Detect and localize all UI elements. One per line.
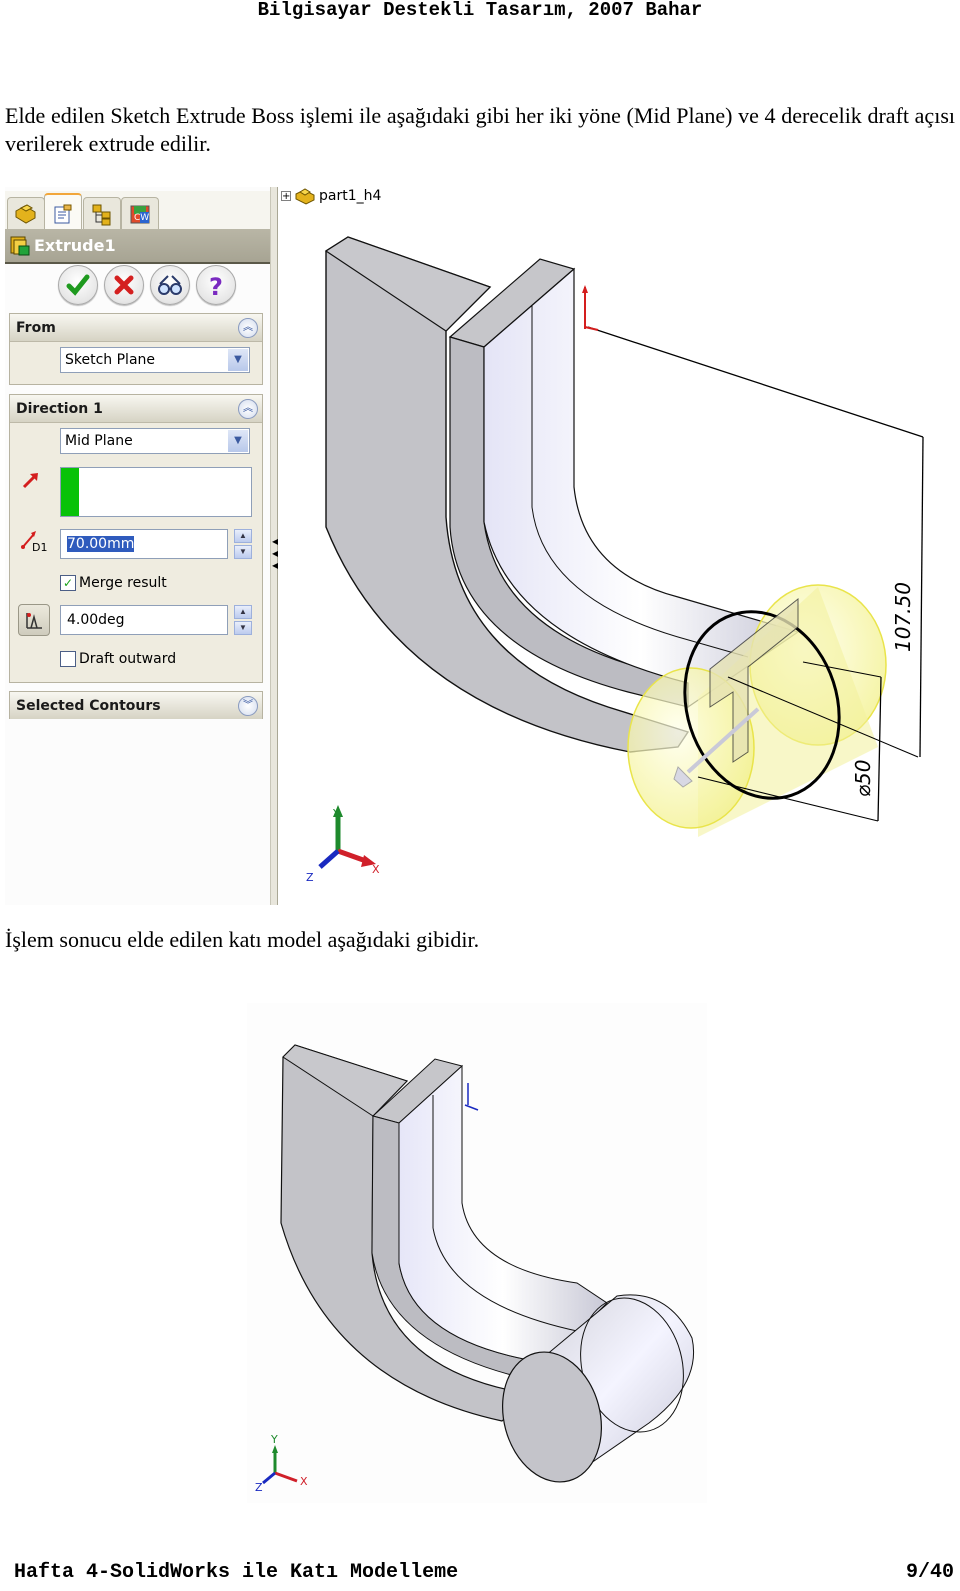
z-axis-label: Z [255, 1481, 263, 1494]
axis-triad: Y X Z [306, 805, 380, 884]
page-header: Bilgisayar Destekli Tasarım, 2007 Bahar [257, 0, 703, 21]
depth-spinner[interactable]: ▲ ▼ [234, 529, 252, 559]
feature-title: Extrude1 [34, 236, 116, 255]
expand-down-icon[interactable]: ︾ [238, 695, 258, 716]
result-paragraph: İşlem sonucu elde edilen katı model aşağ… [5, 927, 480, 952]
spin-up-button[interactable]: ▲ [234, 605, 252, 619]
tab-configuration-manager[interactable] [83, 197, 121, 230]
spin-down-button[interactable]: ▼ [234, 545, 252, 559]
collapse-up-icon[interactable]: ︽ [238, 317, 258, 338]
from-group: From ︽ Sketch Plane ▼ [9, 313, 263, 385]
dimxpert-icon: CW [130, 205, 150, 224]
footer-title: Hafta 4-SolidWorks ile Katı Modelleme [14, 1561, 459, 1584]
dimension-label-107[interactable]: 107.50 [891, 582, 915, 652]
draft-angle-input[interactable]: 4.00deg [60, 605, 228, 635]
tab-dimxpert[interactable]: CW [121, 197, 159, 230]
reverse-direction-icon[interactable] [20, 469, 42, 491]
dimension-label-50[interactable]: ⌀50 [851, 760, 875, 798]
selected-contours-group: Selected Contours ︾ [9, 691, 263, 719]
draft-angle-value: 4.00deg [67, 612, 125, 628]
z-axis-arrow [318, 849, 340, 869]
result-model-screenshot: Y X Z [247, 1003, 707, 1503]
feature-manager-icon [15, 204, 36, 224]
from-start-condition-value: Sketch Plane [65, 352, 156, 368]
graphics-viewport[interactable]: + part1_h4 107.50 ⌀50 Y X Z [278, 187, 955, 905]
page-number: 9/40 [905, 1561, 954, 1584]
x-axis-label: X [300, 1475, 308, 1488]
direction-selection-box[interactable] [60, 467, 252, 517]
close-icon [114, 275, 133, 295]
from-group-header[interactable]: From ︽ [10, 314, 262, 342]
property-manager-panel: CW Extrude1 ? From ︽ Sketch Plane ▼ Dire… [5, 187, 270, 905]
x-axis-arrow [337, 848, 367, 864]
z-axis-label: Z [306, 871, 314, 884]
draft-outward-label: Draft outward [79, 651, 177, 667]
feature-title-bar: Extrude1 [5, 229, 270, 264]
property-manager-icon [54, 204, 72, 223]
merge-result-checkbox[interactable]: ✓ Merge result [60, 575, 167, 591]
selected-contours-label: Selected Contours [16, 697, 161, 714]
origin-arrow-icon [582, 285, 588, 293]
panel-splitter[interactable]: ◀ ◀ ◀ [270, 187, 278, 905]
svg-text:?: ? [209, 273, 223, 299]
ok-button[interactable] [57, 265, 98, 305]
merge-result-check-icon[interactable]: ✓ [60, 575, 76, 591]
y-axis-label: Y [332, 807, 340, 820]
direction1-group-header[interactable]: Direction 1 ︽ [10, 395, 262, 423]
result-solid-model: Y X Z [255, 1044, 695, 1494]
manager-tabs: CW [5, 191, 270, 232]
help-icon: ? [209, 273, 223, 299]
y-axis-label: Y [270, 1433, 278, 1446]
glasses-icon [157, 275, 182, 295]
draft-toggle-button[interactable] [18, 604, 50, 636]
origin-x-marker [464, 1104, 479, 1111]
draft-angle-spinner[interactable]: ▲ ▼ [234, 605, 252, 635]
cancel-button[interactable] [103, 265, 144, 305]
direction1-group: Direction 1 ︽ Mid Plane ▼ D1 70.00mm ▲ ▼… [9, 394, 263, 683]
draft-icon [26, 613, 42, 629]
direction1-group-label: Direction 1 [16, 400, 103, 417]
intro-paragraph: Elde edilen Sketch Extrude Boss işlemi i… [5, 103, 955, 156]
from-group-label: From [16, 319, 56, 336]
merge-result-label: Merge result [79, 575, 167, 591]
extrude-preview-model: 107.50 ⌀50 Y X Z [306, 236, 924, 884]
svg-text:CW: CW [134, 213, 149, 223]
extrude-feature-icon [10, 236, 30, 255]
tab-property-manager[interactable] [44, 193, 82, 232]
x-axis-label: X [372, 863, 380, 876]
depth-input[interactable]: 70.00mm [60, 529, 228, 559]
preview-button[interactable] [149, 265, 190, 305]
collapse-up-icon[interactable]: ︽ [238, 398, 258, 419]
end-condition-select[interactable]: Mid Plane ▼ [60, 428, 250, 454]
check-icon [66, 274, 89, 296]
help-button[interactable]: ? [195, 265, 236, 305]
extrude-screenshot: CW Extrude1 ? From ︽ Sketch Plane ▼ Dire… [5, 187, 955, 905]
depth-dimension-icon: D1 [21, 531, 47, 554]
chevron-down-icon[interactable]: ▼ [228, 430, 248, 452]
z-axis-arrow [262, 1471, 276, 1485]
dimension-extension-line [587, 326, 924, 438]
page-footer: Hafta 4-SolidWorks ile Katı Modelleme 9/… [14, 1561, 954, 1584]
draft-outward-checkbox[interactable]: Draft outward [60, 651, 176, 667]
svg-text:D1: D1 [32, 541, 47, 554]
selected-contours-header[interactable]: Selected Contours ︾ [10, 692, 262, 719]
dimension-line-107 [919, 436, 924, 758]
selection-indicator [61, 468, 79, 516]
end-condition-value: Mid Plane [65, 433, 133, 449]
axis-triad: Y X Z [255, 1433, 308, 1494]
depth-input-value: 70.00mm [67, 536, 135, 552]
configuration-manager-icon [92, 204, 111, 226]
x-axis-arrow [274, 1471, 298, 1483]
action-buttons: ? [5, 265, 270, 309]
spin-down-button[interactable]: ▼ [234, 621, 252, 635]
draft-outward-check-icon[interactable] [60, 651, 76, 667]
origin-x-marker [584, 326, 599, 331]
chevron-down-icon[interactable]: ▼ [228, 349, 248, 371]
spin-up-button[interactable]: ▲ [234, 529, 252, 543]
tab-feature-manager[interactable] [7, 197, 45, 230]
from-start-condition-select[interactable]: Sketch Plane ▼ [60, 347, 250, 373]
rib-front-face [398, 1064, 608, 1364]
